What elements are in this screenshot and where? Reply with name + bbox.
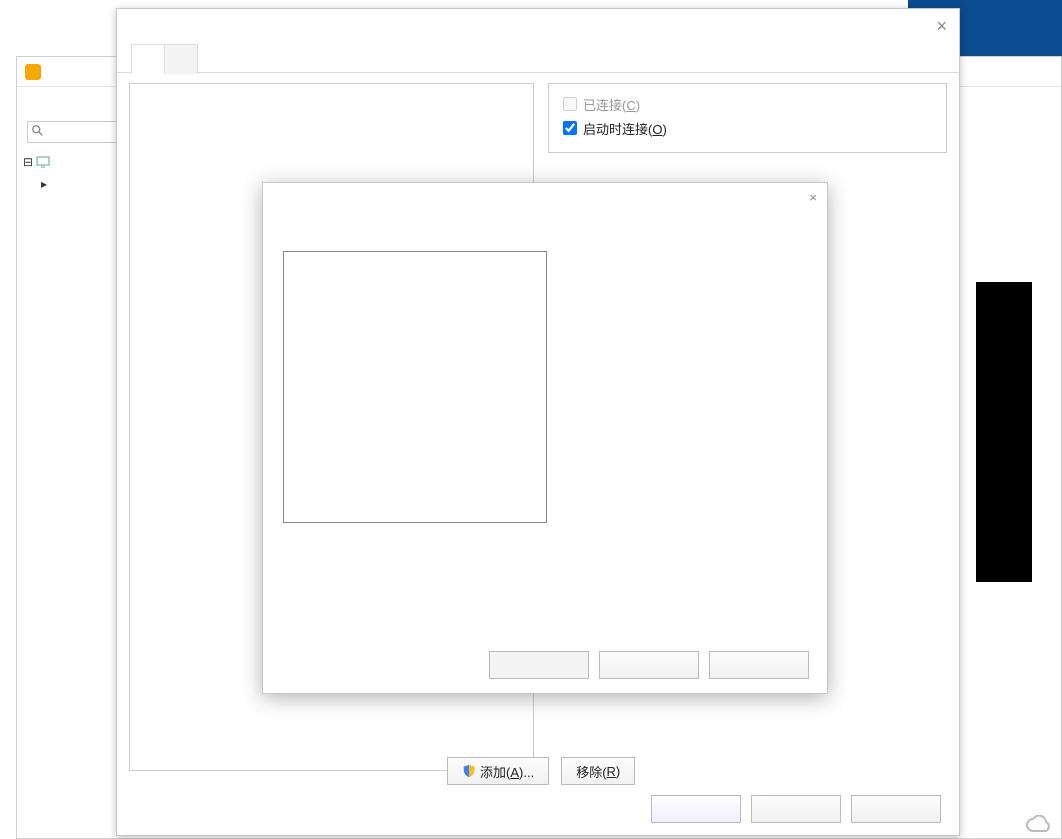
connected-checkbox[interactable]: 已连接(C) [559,94,936,114]
connect-on-power-checkbox[interactable]: 启动时连接(O) [559,118,936,138]
cancel-button[interactable] [751,795,841,823]
help-button[interactable] [851,795,941,823]
hardware-type-list[interactable] [283,251,547,523]
explain-text [557,251,807,257]
monitor-icon [36,156,50,168]
add-hardware-button[interactable]: 添加(A)... [447,757,549,785]
close-button[interactable] [1021,57,1061,87]
settings-close-icon[interactable]: × [936,9,947,43]
ok-button[interactable] [651,795,741,823]
tab-options[interactable] [164,44,198,74]
watermark [1026,815,1056,833]
back-button [489,651,589,679]
wizard-close-icon[interactable]: × [809,183,817,213]
add-hardware-wizard: × [262,182,828,694]
wizard-cancel-button[interactable] [709,651,809,679]
remove-hardware-button[interactable]: 移除(R) [561,757,635,785]
device-status-group: 已连接(C) 启动时连接(O) [548,83,947,153]
minimize-button[interactable] [981,57,1021,87]
search-icon [31,124,45,138]
cloud-icon [1026,815,1052,833]
next-button[interactable] [599,651,699,679]
shield-icon [462,764,476,778]
connect-on-power-input[interactable] [563,121,577,135]
vm-preview [976,282,1032,582]
tab-hardware[interactable] [131,44,165,74]
app-logo-icon [25,64,41,80]
connected-checkbox-input [563,97,577,111]
